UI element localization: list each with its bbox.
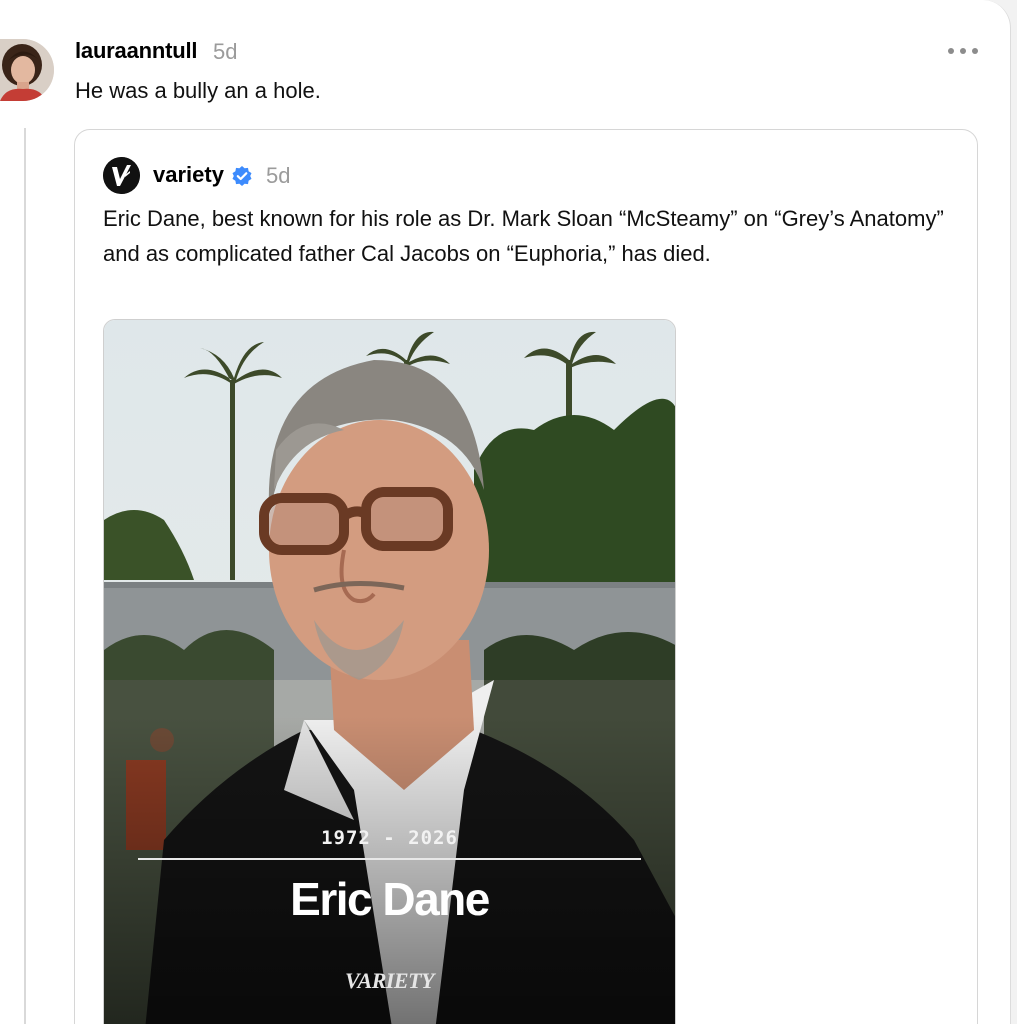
verified-badge-icon — [232, 166, 252, 186]
user-avatar[interactable] — [0, 39, 54, 101]
post-panel: lauraanntull 5d He was a bully an a hole… — [0, 0, 1011, 1024]
divider-line — [138, 858, 641, 860]
quoted-post-body: Eric Dane, best known for his role as Dr… — [103, 206, 944, 266]
post-image[interactable]: 1972 - 2026 Eric Dane VARIETY — [103, 319, 676, 1024]
variety-wordmark-logo: VARIETY — [344, 968, 435, 993]
quoted-timestamp[interactable]: 5d — [266, 163, 290, 189]
reply-username[interactable]: lauraanntull — [75, 38, 197, 64]
quoted-post-card[interactable]: variety 5d Eric Dane, best known for his… — [74, 129, 978, 1024]
more-horizontal-icon — [972, 48, 978, 54]
variety-v-icon — [103, 157, 140, 194]
thread-line — [24, 128, 26, 1024]
variety-logo-avatar[interactable] — [103, 157, 140, 194]
reply-text: He was a bully an a hole. — [75, 78, 321, 103]
quoted-username[interactable]: variety — [153, 162, 224, 188]
reply-timestamp[interactable]: 5d — [213, 39, 237, 65]
more-horizontal-icon — [960, 48, 966, 54]
more-horizontal-icon — [948, 48, 954, 54]
more-options-button[interactable] — [946, 36, 980, 66]
life-years-label: 1972 - 2026 — [321, 827, 458, 849]
obituary-name: Eric Dane — [290, 873, 490, 925]
